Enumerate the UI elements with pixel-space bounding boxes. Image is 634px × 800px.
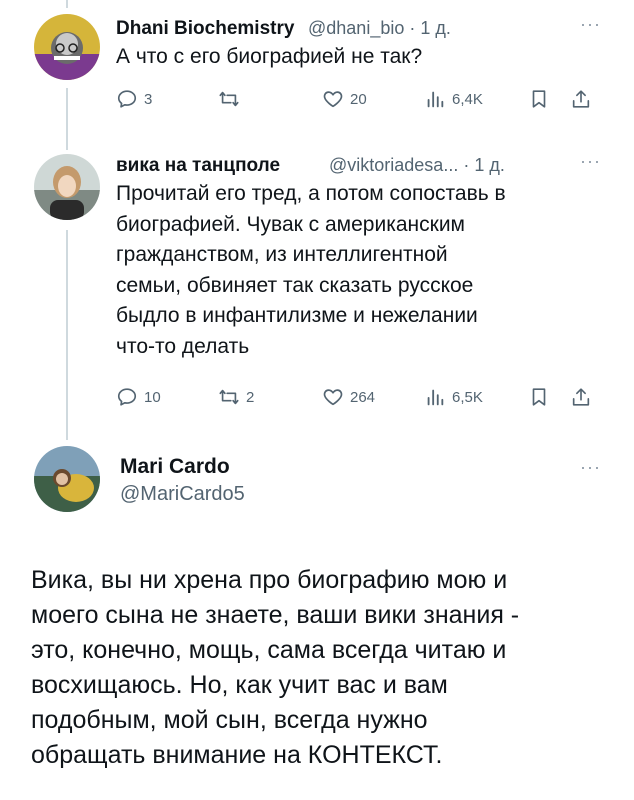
author-name[interactable]: Dhani Biochemistry bbox=[116, 18, 294, 40]
bookmark-button[interactable] bbox=[528, 386, 556, 408]
separator: · bbox=[463, 155, 470, 175]
retweet-button[interactable]: 2 bbox=[218, 386, 254, 408]
retweet-count: 2 bbox=[246, 388, 255, 406]
more-icon[interactable]: ··· bbox=[580, 457, 601, 478]
share-icon bbox=[572, 90, 590, 108]
tweet-meta: @viktoriadesa... · 1 д. bbox=[329, 155, 505, 176]
thread-line bbox=[66, 88, 68, 150]
author-handle[interactable]: @viktoriadesa... bbox=[329, 155, 458, 175]
separator: · bbox=[409, 18, 416, 38]
bookmark-icon bbox=[532, 90, 546, 108]
retweet-button[interactable] bbox=[218, 88, 246, 110]
action-bar: 3 20 6,4K bbox=[116, 88, 596, 116]
text-line: обращать внимание на КОНТЕКСТ. bbox=[31, 741, 443, 769]
author-name[interactable]: Mari Cardo bbox=[120, 455, 230, 479]
action-bar: 10 2 264 6,5K bbox=[116, 386, 596, 414]
timestamp[interactable]: 1 д. bbox=[474, 155, 505, 175]
views-icon bbox=[427, 389, 444, 406]
reply-count: 10 bbox=[144, 388, 161, 406]
bookmark-button[interactable] bbox=[528, 88, 556, 110]
bookmark-icon bbox=[532, 388, 546, 406]
tweet-text: Прочитай его тред, а потом сопоставь в б… bbox=[116, 179, 506, 362]
author-handle[interactable]: @MariCardo5 bbox=[120, 483, 245, 506]
avatar[interactable] bbox=[34, 446, 100, 512]
share-button[interactable] bbox=[570, 88, 598, 110]
timestamp[interactable]: 1 д. bbox=[420, 18, 451, 38]
retweet-icon bbox=[219, 91, 239, 107]
author-name[interactable]: вика на танцполе bbox=[116, 155, 280, 177]
text-line: Прочитай его тред, а потом сопоставь в bbox=[116, 182, 506, 205]
thread-line bbox=[66, 0, 68, 8]
views-button[interactable]: 6,5K bbox=[424, 386, 483, 408]
reply-button[interactable]: 10 bbox=[116, 386, 161, 408]
like-icon bbox=[323, 91, 343, 108]
text-line: что-то делать bbox=[116, 334, 250, 358]
views-count: 6,5K bbox=[452, 388, 483, 406]
reply-icon bbox=[117, 388, 137, 406]
like-button[interactable]: 264 bbox=[322, 386, 375, 408]
views-button[interactable]: 6,4K bbox=[424, 88, 483, 110]
text-line: быдло в инфантилизме и нежелании bbox=[116, 304, 478, 327]
reply-icon bbox=[117, 90, 137, 108]
like-icon bbox=[323, 389, 343, 406]
text-line: восхищаюсь. Но, как учит вас и вам bbox=[31, 671, 448, 699]
more-icon[interactable]: ··· bbox=[580, 151, 601, 172]
text-line: моего сына не знаете, ваши вики знания - bbox=[31, 601, 520, 629]
like-count: 20 bbox=[350, 90, 367, 108]
like-count: 264 bbox=[350, 388, 376, 406]
text-line: Вика, вы ни хрена про биографию мою и bbox=[31, 566, 508, 594]
text-line: семьи, обвиняет так сказать русское bbox=[116, 273, 474, 297]
thread-line bbox=[66, 230, 68, 440]
avatar[interactable] bbox=[34, 154, 100, 220]
reply-count: 3 bbox=[144, 90, 153, 108]
share-button[interactable] bbox=[570, 386, 598, 408]
text-line: подобным, мой сын, всегда нужно bbox=[31, 706, 428, 734]
text-line: гражданством, из интеллигентной bbox=[116, 243, 448, 266]
like-button[interactable]: 20 bbox=[322, 88, 367, 110]
share-icon bbox=[572, 388, 590, 406]
text-line: это, конечно, мощь, сама всегда читаю и bbox=[31, 636, 507, 664]
retweet-icon bbox=[219, 389, 239, 405]
views-icon bbox=[427, 91, 444, 108]
views-count: 6,4K bbox=[452, 90, 483, 108]
tweet-text: А что с его биографией не так? bbox=[116, 45, 423, 68]
more-icon[interactable]: ··· bbox=[580, 14, 601, 35]
reply-button[interactable]: 3 bbox=[116, 88, 152, 110]
text-line: биографией. Чувак с американским bbox=[116, 212, 465, 236]
tweet-text: Вика, вы ни хрена про биографию мою и мо… bbox=[31, 563, 611, 773]
author-handle[interactable]: @dhani_bio bbox=[308, 18, 404, 38]
avatar[interactable] bbox=[34, 14, 100, 80]
tweet-meta: @dhani_bio · 1 д. bbox=[308, 18, 451, 39]
